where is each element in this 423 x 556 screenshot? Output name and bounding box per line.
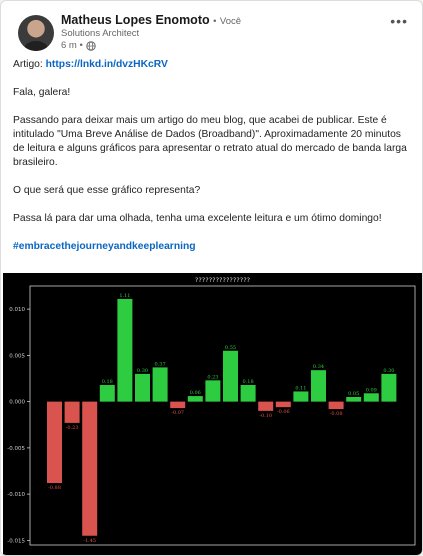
author-badge: Você: [219, 16, 242, 27]
bar: [240, 384, 256, 402]
bar-data-label: 0.05: [348, 391, 359, 397]
hashtag-link[interactable]: #embracethejourneyandkeeplearning: [13, 241, 196, 252]
bar-data-label: 0.30: [383, 368, 394, 374]
y-tick-label: 0.000: [9, 400, 25, 406]
post-time-row: 6 m •: [61, 40, 241, 51]
bar-data-label: -0.23: [66, 425, 79, 431]
post-question: O que será que esse gráfico representa?: [13, 185, 201, 196]
greeting: Fala, galera!: [13, 87, 71, 98]
bar: [135, 373, 150, 402]
bar-data-label: 0.34: [313, 364, 324, 370]
y-tick-label: -0.010: [7, 492, 25, 498]
author-name-row: Matheus Lopes Enomoto • Você: [61, 13, 241, 27]
post-paragraph: Passando para deixar mais um artigo do m…: [13, 115, 407, 168]
bar: [152, 367, 168, 402]
bar-data-label: 0.23: [207, 374, 218, 380]
bar-data-label: -0.07: [171, 410, 184, 416]
y-tick-label: -0.005: [7, 446, 25, 452]
author-headline: Solutions Architect: [61, 28, 140, 39]
y-tick-label: 0.005: [9, 353, 25, 359]
author-meta: Matheus Lopes Enomoto • Você Solutions A…: [61, 13, 241, 51]
bar: [381, 373, 397, 402]
post-closing: Passa lá para dar uma olhada, tenha uma …: [13, 213, 382, 224]
chart-image[interactable]: ???????????????? -0.015 -0.010 -0.005 0.000 0…: [3, 273, 422, 555]
bar-chart: ???????????????? -0.015 -0.010 -0.005 0.000 0…: [7, 276, 416, 546]
name-separator: •: [213, 16, 217, 27]
bar: [258, 401, 274, 411]
author-name[interactable]: Matheus Lopes Enomoto: [61, 13, 210, 27]
y-tick-label: 0.010: [9, 307, 25, 313]
globe-icon: [86, 40, 96, 51]
bar-data-label: 0.18: [102, 379, 113, 385]
bar-data-label: -0.08: [330, 411, 343, 417]
article-link-label: Artigo:: [13, 59, 43, 70]
bar-data-label: 0.37: [155, 361, 166, 367]
article-link-line: Artigo: https://lnkd.in/dvzHKcRV: [13, 58, 413, 72]
hashtag-line: #embracethejourneyandkeeplearning: [13, 240, 413, 254]
bar-data-label: 0.30: [137, 368, 148, 374]
bar: [47, 401, 62, 484]
bar-data-label: -0.06: [277, 409, 290, 415]
bar: [187, 396, 203, 402]
bar-data-label: 0.18: [243, 379, 254, 385]
more-options-button[interactable]: •••: [390, 13, 408, 29]
post-time: 6 m •: [61, 40, 83, 51]
post-header: Matheus Lopes Enomoto • Você Solutions A…: [13, 11, 414, 55]
bar: [363, 393, 379, 402]
avatar[interactable]: [18, 15, 54, 51]
bar: [117, 298, 133, 402]
bar: [223, 350, 238, 402]
bar-data-label: 1.11: [119, 293, 130, 299]
bar-data-label: 0.55: [225, 345, 236, 351]
bar-data-label: -1.45: [83, 538, 96, 544]
bar-data-label: 0.09: [366, 387, 377, 393]
bar: [64, 401, 80, 423]
bar: [170, 401, 186, 409]
bar: [275, 401, 291, 408]
chart-title: ????????????????: [195, 276, 250, 284]
bar: [82, 401, 98, 536]
bar: [205, 380, 221, 402]
post-body: Artigo: https://lnkd.in/dvzHKcRV Fala, g…: [13, 58, 413, 254]
y-tick-label: -0.015: [7, 538, 25, 544]
bar-data-label: 0.06: [190, 390, 201, 396]
bar-data-label: -0.88: [48, 485, 61, 491]
article-link[interactable]: https://lnkd.in/dvzHKcRV: [46, 59, 168, 70]
bar: [346, 397, 362, 402]
bar-data-label: -0.10: [259, 413, 272, 419]
post-card: Matheus Lopes Enomoto • Você Solutions A…: [0, 0, 423, 556]
bar-data-label: 0.11: [295, 385, 306, 391]
bar: [328, 401, 344, 410]
bar: [311, 370, 326, 402]
bar: [99, 384, 115, 402]
bar: [293, 391, 309, 402]
